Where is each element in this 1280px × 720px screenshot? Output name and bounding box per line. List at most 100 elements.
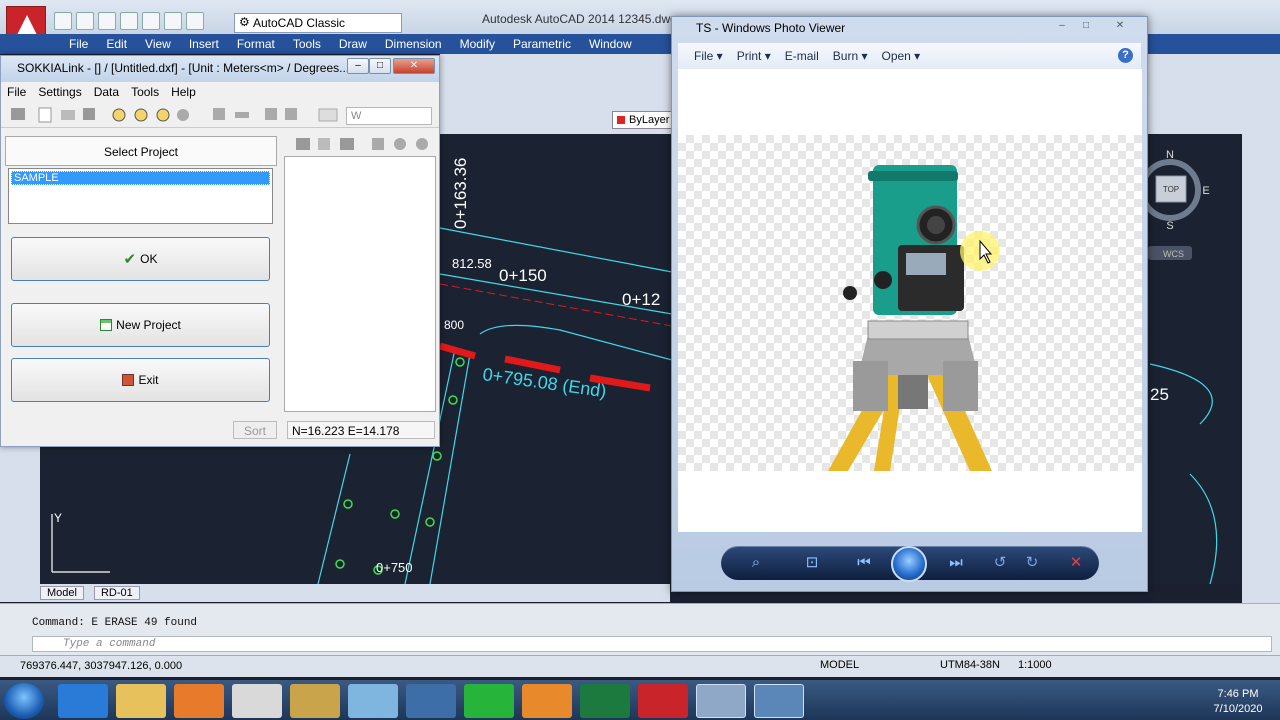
close-button[interactable]: ✕ [1104, 19, 1136, 35]
rotate-cw-icon[interactable]: ↻ [1023, 554, 1041, 572]
ok-button[interactable]: ✔ OK [11, 237, 270, 281]
open-icon[interactable] [76, 12, 94, 30]
new-icon[interactable] [54, 12, 72, 30]
list-item[interactable]: SAMPLE [11, 171, 270, 185]
undo-icon[interactable] [164, 12, 182, 30]
menu-open[interactable]: Open ▾ [881, 49, 920, 63]
menu-file[interactable]: File [60, 37, 97, 51]
clock[interactable]: 7:46 PM 7/10/2020 [1200, 687, 1276, 717]
menu-format[interactable]: Format [228, 37, 284, 51]
filter-icon[interactable] [318, 138, 330, 150]
viewcube-north: N [1166, 149, 1174, 161]
layer-color-select[interactable]: ByLayer [612, 111, 672, 129]
internet-explorer-icon[interactable] [58, 684, 108, 718]
new-project-button[interactable]: New Project [11, 303, 270, 347]
vlc-icon[interactable] [522, 684, 572, 718]
excel-icon[interactable] [580, 684, 630, 718]
card-icon[interactable] [11, 108, 25, 120]
menu-modify[interactable]: Modify [451, 37, 504, 51]
file-explorer-icon[interactable] [116, 684, 166, 718]
exit-button[interactable]: Exit [11, 358, 270, 402]
minimize-button[interactable]: – [347, 58, 369, 74]
whatsapp-icon[interactable] [464, 684, 514, 718]
menu-window[interactable]: Window [580, 37, 641, 51]
help-icon[interactable]: ? [1118, 48, 1133, 63]
menu-insert[interactable]: Insert [180, 37, 228, 51]
new-icon[interactable] [38, 107, 52, 123]
delete-icon[interactable]: ✕ [1067, 554, 1085, 572]
wcs-label[interactable]: WCS [1163, 249, 1184, 259]
start-button[interactable] [4, 683, 44, 719]
tab-rd-01[interactable]: RD-01 [93, 586, 140, 600]
menu-edit[interactable]: Edit [97, 37, 136, 51]
save-as-icon[interactable] [120, 12, 138, 30]
tool-icon[interactable] [285, 108, 297, 120]
media-player-icon[interactable] [174, 684, 224, 718]
autocad-icon[interactable] [638, 684, 688, 718]
next-icon[interactable]: ⏭ [947, 554, 965, 572]
zoom-icon[interactable]: ⌕ [747, 554, 765, 572]
actual-size-icon[interactable]: ⊡ [803, 554, 821, 572]
minimize-button[interactable]: – [1050, 19, 1074, 35]
app-icon[interactable] [406, 684, 456, 718]
open-icon[interactable] [61, 110, 75, 120]
chrome-icon[interactable] [232, 684, 282, 718]
sokkialink-icon[interactable] [696, 684, 746, 718]
model-space-button[interactable]: MODEL [820, 659, 859, 671]
menu-file[interactable]: File ▾ [694, 49, 723, 63]
maximize-button[interactable]: □ [1074, 19, 1098, 35]
layer-icon[interactable] [318, 108, 338, 122]
save-icon[interactable] [83, 108, 95, 120]
card-icon[interactable] [296, 138, 310, 150]
menu-tools[interactable]: Tools [284, 37, 330, 51]
tab-model[interactable]: Model [40, 586, 84, 600]
tool-icon[interactable] [372, 138, 384, 150]
rotate-ccw-icon[interactable]: ↺ [991, 554, 1009, 572]
coordinate-system[interactable]: UTM84-38N [940, 659, 1000, 671]
menu-parametric[interactable]: Parametric [504, 37, 580, 51]
app-icon[interactable] [348, 684, 398, 718]
menu-view[interactable]: View [136, 37, 180, 51]
menu-help[interactable]: Help [165, 85, 202, 99]
menu-tools[interactable]: Tools [125, 85, 165, 99]
zoom-in-icon[interactable] [134, 108, 148, 122]
tool-icon[interactable] [416, 138, 428, 150]
save-icon[interactable] [98, 12, 116, 30]
menu-draw[interactable]: Draw [330, 37, 376, 51]
photo-viewer-icon[interactable] [754, 684, 804, 718]
save-icon[interactable] [340, 138, 354, 150]
menu-file[interactable]: File [1, 85, 32, 99]
previous-icon[interactable]: ⏮ [855, 554, 873, 572]
viewcube-top[interactable]: TOP [1163, 185, 1179, 194]
annotation-scale[interactable]: 1:1000 [1018, 659, 1052, 671]
tool-icon[interactable] [235, 112, 249, 118]
app-icon[interactable] [290, 684, 340, 718]
pan-icon[interactable] [177, 109, 189, 121]
maximize-button[interactable]: □ [369, 58, 391, 74]
workspace-select[interactable]: AutoCAD Classic [234, 13, 402, 33]
sort-button[interactable]: Sort [233, 421, 277, 439]
menu-data[interactable]: Data [88, 85, 125, 99]
photo-viewer-controls: ⌕ ⊡ ⏮ ⏭ ↺ ↻ ✕ [721, 546, 1099, 582]
print-icon[interactable] [142, 12, 160, 30]
close-button[interactable]: ✕ [393, 58, 435, 74]
viewcube[interactable]: TOP N S E WCS [1139, 149, 1210, 260]
tool-icon[interactable] [213, 108, 225, 120]
image-area[interactable] [678, 69, 1142, 532]
menu-burn[interactable]: Burn ▾ [833, 49, 868, 63]
menu-dimension[interactable]: Dimension [376, 37, 451, 51]
tool-icon[interactable] [394, 138, 406, 150]
command-input[interactable]: Type a command [32, 636, 1272, 652]
redo-icon[interactable] [186, 12, 204, 30]
w-combo[interactable]: W [346, 107, 432, 125]
menu-print[interactable]: Print ▾ [737, 49, 771, 63]
zoom-out-icon[interactable] [156, 108, 170, 122]
menu-email[interactable]: E-mail [785, 49, 819, 63]
zoom-icon[interactable] [112, 108, 126, 122]
menu-settings[interactable]: Settings [32, 85, 87, 99]
slideshow-button[interactable] [891, 546, 927, 582]
data-pane[interactable] [284, 156, 436, 412]
station-label: 25 [1150, 385, 1169, 404]
find-icon[interactable] [265, 108, 277, 120]
project-list[interactable]: SAMPLE [8, 168, 273, 224]
